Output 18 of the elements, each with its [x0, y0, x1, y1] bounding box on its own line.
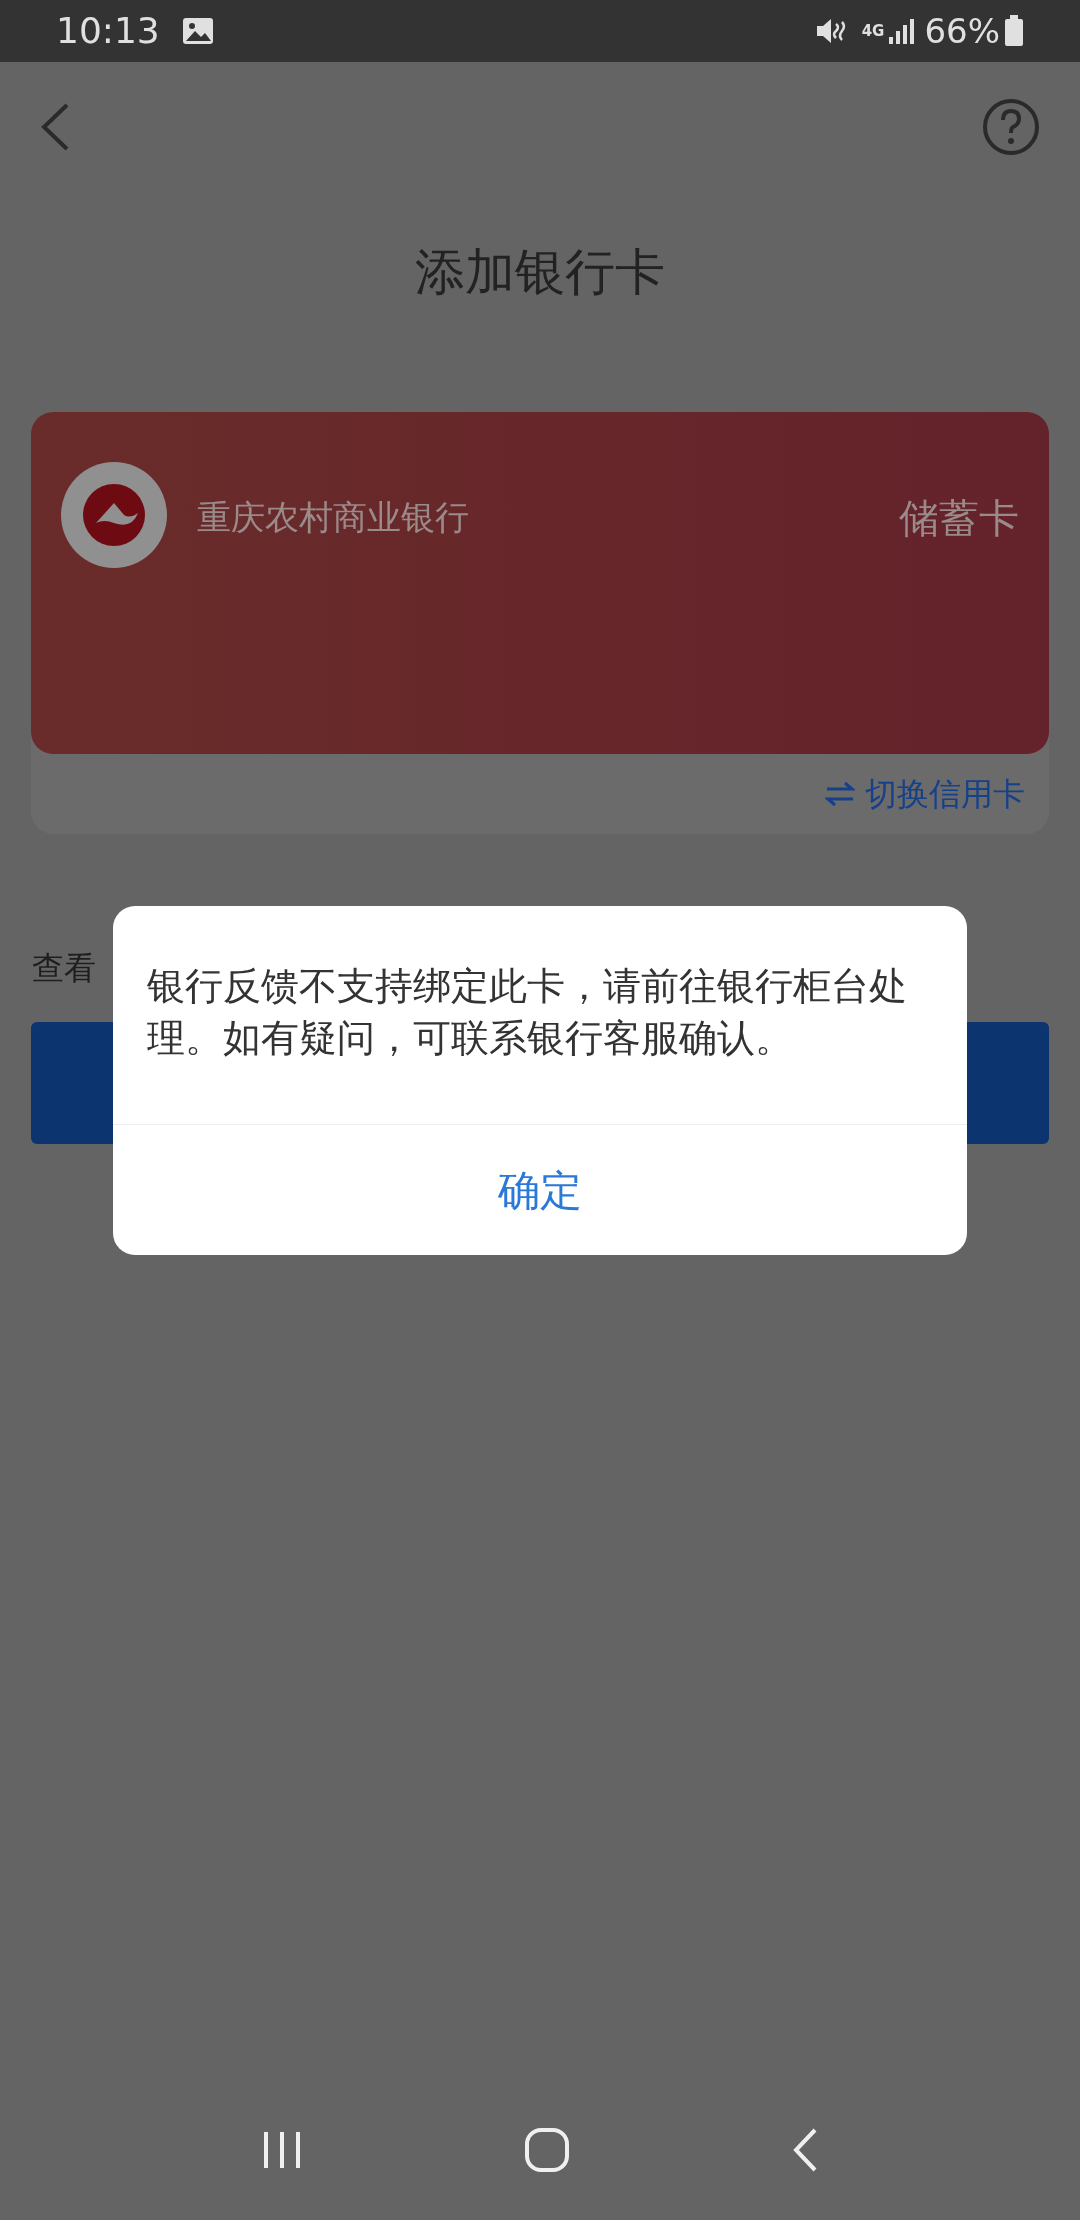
bank-logo-icon	[82, 483, 146, 547]
back-icon[interactable]	[40, 102, 70, 152]
image-icon	[181, 17, 214, 45]
bank-name: 重庆农村商业银行	[197, 496, 469, 539]
battery-icon	[1004, 15, 1024, 47]
agreement-text: 查看	[32, 949, 96, 987]
confirm-button[interactable]: 确定	[113, 1125, 967, 1255]
card-type: 储蓄卡	[899, 494, 1019, 543]
network-type: 4G	[861, 23, 885, 39]
bank-card[interactable]: 重庆农村商业银行 储蓄卡	[31, 412, 1049, 754]
switch-credit-card-link[interactable]: 切换信用卡	[825, 770, 1025, 818]
swap-icon	[825, 780, 855, 808]
help-icon[interactable]	[982, 98, 1040, 156]
page-title: 添加银行卡	[415, 241, 665, 303]
battery-percent: 66%	[924, 9, 1000, 53]
home-icon[interactable]	[524, 2127, 570, 2173]
dialog-message: 银行反馈不支持绑定此卡，请前往银行柜台处理。如有疑问，可联系银行客服确认。	[147, 963, 908, 1062]
status-time: 10:13	[56, 9, 160, 53]
